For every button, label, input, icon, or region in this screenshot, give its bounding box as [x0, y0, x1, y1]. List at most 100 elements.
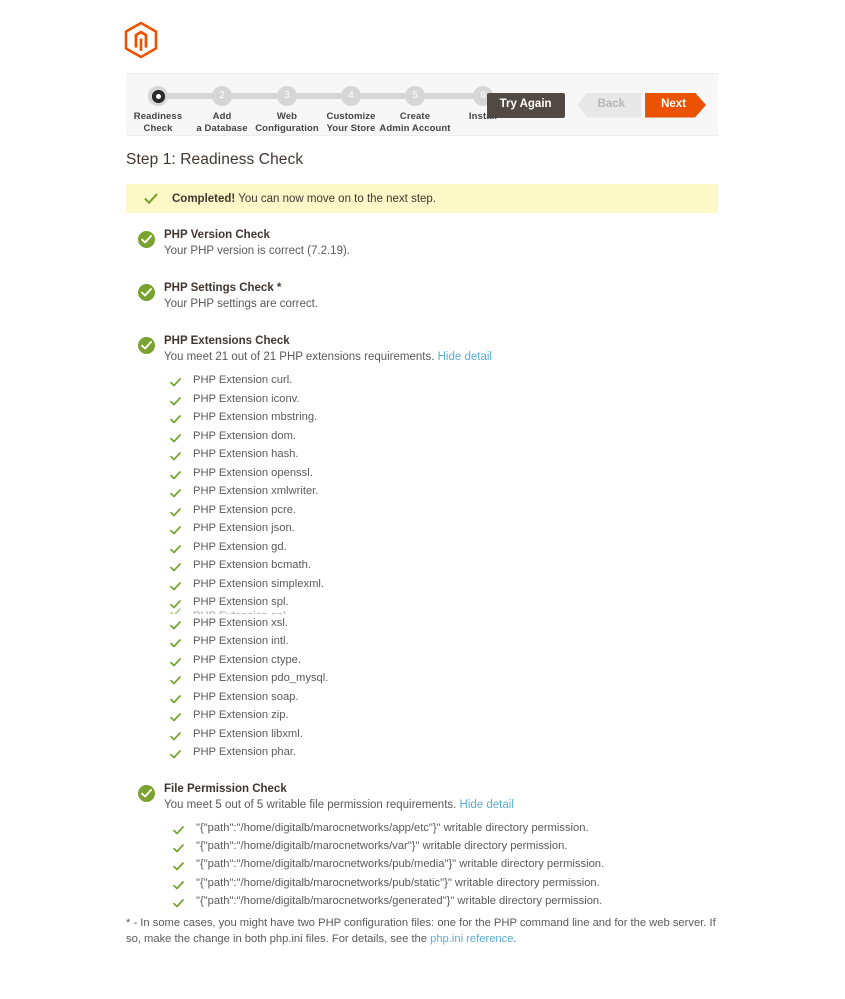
active-step-dot-icon — [151, 89, 165, 103]
file-permission-detail-list: "{"path":"/home/digitalb/marocnetworks/a… — [164, 819, 726, 911]
list-item: "{"path":"/home/digitalb/marocnetworks/p… — [164, 874, 726, 892]
hide-detail-link[interactable]: Hide detail — [460, 799, 514, 811]
check-icon — [173, 896, 184, 914]
list-item-label: PHP Extension ctype. — [193, 653, 301, 666]
list-item: PHP Extension dom. — [164, 427, 726, 446]
list-item-label: PHP Extension pdo_mysql. — [193, 672, 329, 684]
php-extensions-detail-list: PHP Extension curl. PHP Extension iconv. P… — [164, 371, 726, 762]
list-item-label: PHP Extension soap. — [193, 690, 299, 703]
check-icon — [170, 607, 181, 614]
list-item-label: "{"path":"/home/digitalb/marocnetworks/v… — [196, 839, 568, 852]
wizard-nav-buttons: Try Again Back Next — [486, 90, 706, 120]
list-item-label: PHP Extension json. — [193, 522, 295, 534]
list-item-label: PHP Extension simplexml. — [193, 577, 324, 590]
list-item: PHP Extension phar. — [164, 743, 726, 762]
list-item: PHP Extension soap. — [164, 688, 726, 707]
list-item: PHP Extension simplexml. — [164, 575, 726, 594]
check-icon — [144, 192, 158, 206]
list-item-label: PHP Extension libxml. — [193, 727, 303, 740]
hide-detail-link[interactable]: Hide detail — [438, 351, 492, 363]
php-settings-check: PHP Settings Check * Your PHP settings a… — [126, 281, 726, 312]
check-circle-icon — [138, 231, 155, 248]
step-marker-3: 3 — [277, 86, 297, 106]
readiness-check-list: PHP Version Check Your PHP version is co… — [126, 228, 726, 910]
list-item-label: PHP Extension bcmath. — [193, 559, 311, 571]
list-item-label: PHP Extension hash. — [193, 448, 299, 460]
list-item: "{"path":"/home/digitalb/marocnetworks/a… — [164, 819, 726, 837]
list-item-label: PHP Extension dom. — [193, 429, 297, 442]
check-subtitle: You meet 5 out of 5 writable file permis… — [164, 797, 726, 813]
check-title: PHP Version Check — [164, 229, 270, 241]
list-item-label: PHP Extension xmlwriter. — [193, 485, 319, 497]
list-item-label: PHP Extension mbstring. — [193, 411, 318, 423]
list-item-label: "{"path":"/home/digitalb/marocnetworks/p… — [196, 858, 605, 871]
check-circle-icon — [138, 784, 155, 802]
banner-strong: Completed! — [172, 192, 236, 205]
check-subtitle: You meet 21 out of 21 PHP extensions req… — [164, 349, 726, 365]
list-item-label: PHP Extension gd. — [193, 540, 287, 553]
list-item-label: PHP Extension curl. — [193, 374, 293, 386]
page-title: Step 1: Readiness Check — [126, 151, 304, 168]
footnote-text-after: . — [513, 932, 517, 945]
list-item: PHP Extension xsl. — [164, 614, 726, 633]
list-item: "{"path":"/home/digitalb/marocnetworks/g… — [164, 892, 726, 910]
php-ini-footnote: * - In some cases, you might have two PH… — [126, 916, 716, 947]
list-item: PHP Extension openssl. — [164, 464, 726, 483]
list-item: PHP Extension json. — [164, 519, 726, 538]
list-item: PHP Extension pdo_mysql. — [164, 669, 726, 688]
list-item: PHP Extension bcmath. — [164, 556, 726, 575]
step-marker-5: 5 — [405, 86, 425, 106]
magento-logo-icon — [124, 22, 158, 58]
file-permission-check: File Permission Check You meet 5 out of … — [126, 782, 726, 911]
list-item-label: PHP Extension intl. — [193, 635, 289, 647]
step-marker-2: 2 — [212, 86, 232, 106]
banner-text: Completed! You can now move on to the ne… — [172, 193, 436, 205]
list-item-label: "{"path":"/home/digitalb/marocnetworks/p… — [196, 876, 600, 889]
check-subtitle-text: You meet 21 out of 21 PHP extensions req… — [164, 351, 435, 363]
check-title: PHP Settings Check * — [164, 282, 282, 294]
step-marker-1 — [148, 86, 168, 106]
try-again-button[interactable]: Try Again — [486, 92, 565, 118]
step-marker-4: 4 — [341, 86, 361, 106]
check-circle-icon — [138, 284, 155, 301]
setup-wizard-page: Readiness Check 2 Add a Database 3 Web C… — [0, 0, 845, 999]
list-item: PHP Extension libxml. — [164, 725, 726, 744]
check-subtitle-text: You meet 5 out of 5 writable file permis… — [164, 798, 457, 811]
list-item: PHP Extension curl. — [164, 371, 726, 390]
footnote-text-before: * - In some cases, you might have two PH… — [126, 917, 716, 945]
php-ini-reference-link[interactable]: php.ini reference — [430, 933, 513, 945]
list-item-label: PHP Extension iconv. — [193, 392, 300, 405]
wizard-steps: Readiness Check 2 Add a Database 3 Web C… — [126, 74, 511, 137]
wizard-stepper-panel: Readiness Check 2 Add a Database 3 Web C… — [126, 73, 718, 136]
list-item-label: PHP Extension pcre. — [193, 503, 297, 516]
list-item: PHP Extension zip. — [164, 706, 726, 725]
list-item: PHP Extension intl. — [164, 632, 726, 651]
list-item: PHP Extension ctype. — [164, 651, 726, 670]
back-button[interactable]: Back — [577, 92, 642, 118]
php-version-check: PHP Version Check Your PHP version is co… — [126, 228, 726, 259]
check-subtitle: Your PHP version is correct (7.2.19). — [164, 245, 350, 257]
list-item-label: PHP Extension phar. — [193, 746, 297, 758]
list-item: PHP Extension hash. — [164, 445, 726, 464]
check-circle-icon — [138, 337, 155, 354]
list-item: PHP Extension iconv. — [164, 390, 726, 409]
list-item: PHP Extension xmlwriter. — [164, 482, 726, 501]
list-item: "{"path":"/home/digitalb/marocnetworks/v… — [164, 837, 726, 855]
next-button[interactable]: Next — [645, 93, 706, 118]
list-item-label: PHP Extension openssl. — [193, 466, 313, 479]
banner-message: You can now move on to the next step. — [235, 192, 437, 205]
list-item-label: PHP Extension zip. — [193, 709, 289, 721]
list-item: PHP Extension mbstring. — [164, 408, 726, 427]
list-item: PHP Extension spl. — [164, 607, 726, 614]
list-item: PHP Extension gd. — [164, 538, 726, 557]
list-item: "{"path":"/home/digitalb/marocnetworks/p… — [164, 855, 726, 873]
list-item-label: "{"path":"/home/digitalb/marocnetworks/g… — [196, 895, 603, 908]
list-item-label: PHP Extension xsl. — [193, 616, 288, 629]
check-title: PHP Extensions Check — [164, 335, 290, 347]
list-item: PHP Extension pcre. — [164, 501, 726, 520]
php-extensions-check: PHP Extensions Check You meet 21 out of … — [126, 334, 726, 762]
success-banner: Completed! You can now move on to the ne… — [126, 184, 718, 213]
check-subtitle: Your PHP settings are correct. — [164, 298, 319, 310]
check-icon — [170, 747, 181, 766]
list-item-label: "{"path":"/home/digitalb/marocnetworks/a… — [196, 821, 589, 834]
